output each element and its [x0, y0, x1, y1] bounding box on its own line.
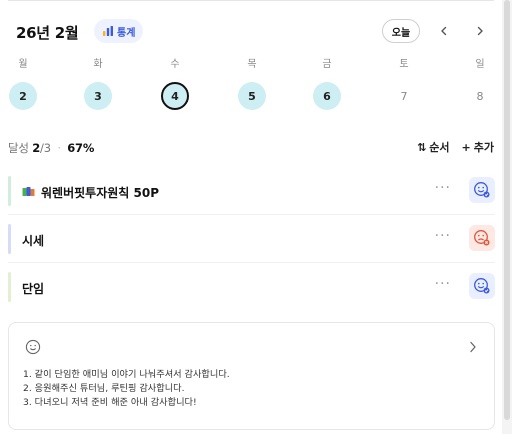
day-column[interactable]: 일 8 [463, 58, 497, 110]
chevron-right-icon[interactable] [468, 341, 478, 357]
task-title-text: 워렌버핏투자원칙 50P [41, 186, 159, 200]
stats-button[interactable]: 통계 [94, 19, 144, 43]
task-title: 워렌버핏투자원칙 50P [22, 184, 159, 201]
day-column[interactable]: 목 5 [235, 58, 269, 110]
day-column[interactable]: 수 4 [158, 58, 192, 110]
plus-icon: + [461, 141, 471, 154]
day-column[interactable]: 화 3 [81, 58, 115, 110]
date-circle[interactable]: 7 [390, 82, 418, 110]
gratitude-card[interactable]: 1. 같이 단임한 애미님 이야기 나눠주셔서 감사합니다. 2. 응원해주신 … [8, 322, 495, 430]
sad-x-icon [474, 230, 490, 246]
task-item[interactable]: 시세 ··· [8, 220, 495, 258]
task-item[interactable]: 단임 ··· [8, 268, 495, 306]
smile-check-icon [474, 278, 490, 294]
gratitude-item: 1. 같이 단임한 애미님 이야기 나눠주셔서 감사합니다. [23, 369, 230, 380]
month-title: 26년 2월 [16, 24, 79, 42]
more-options-icon[interactable]: ··· [435, 180, 451, 196]
smile-icon [25, 339, 41, 359]
list-actions: ⇅ 순서 + 추가 [417, 139, 494, 155]
day-of-week-label: 화 [93, 59, 103, 70]
task-divider [8, 214, 495, 215]
progress-percent: 67% [67, 141, 95, 155]
stats-label: 통계 [117, 27, 136, 39]
date-circle[interactable]: 8 [466, 82, 494, 110]
scrollbar-thumb[interactable] [504, 0, 510, 420]
task-color-bar [8, 272, 11, 302]
more-options-icon[interactable]: ··· [435, 228, 451, 244]
task-title-text: 시세 [22, 234, 45, 248]
day-of-week-label: 월 [18, 59, 28, 70]
status-good-button[interactable] [469, 273, 495, 299]
progress-summary: 달성 2/3 · 67% [8, 140, 94, 156]
add-label: 추가 [473, 141, 494, 154]
progress-label: 달성 [8, 141, 29, 155]
sort-icon: ⇅ [417, 141, 427, 154]
date-circle-today[interactable]: 4 [161, 82, 189, 110]
gratitude-item: 3. 다녀오니 저녁 준비 해준 아내 감사합니다! [23, 397, 197, 408]
smile-check-icon [474, 182, 490, 198]
progress-done-count: 2 [32, 141, 41, 155]
books-icon [22, 185, 35, 200]
calendar-header: 26년 2월 통계 오늘 [16, 18, 496, 46]
gratitude-list: 1. 같이 단임한 애미님 이야기 나눠주셔서 감사합니다. 2. 응원해주신 … [23, 368, 230, 410]
status-good-button[interactable] [469, 177, 495, 203]
date-circle[interactable]: 6 [313, 82, 341, 110]
status-bad-button[interactable] [469, 225, 495, 251]
task-title: 단임 [22, 280, 44, 297]
day-of-week-label: 목 [247, 59, 257, 70]
today-button[interactable]: 오늘 [382, 19, 420, 43]
gratitude-item: 2. 응원해주신 튜터님, 루틴핑 감사합니다. [23, 383, 185, 394]
add-button[interactable]: + 추가 [462, 139, 494, 155]
task-divider [8, 262, 495, 263]
task-color-bar [8, 224, 11, 254]
day-column[interactable]: 토 7 [387, 58, 421, 110]
progress-total: /3 [40, 141, 51, 155]
chevron-left-icon[interactable] [434, 21, 454, 41]
task-item[interactable]: 워렌버핏투자원칙 50P ··· [8, 172, 495, 210]
sort-button[interactable]: ⇅ 순서 [417, 139, 449, 155]
day-column[interactable]: 월 2 [6, 58, 40, 110]
top-divider [8, 0, 494, 1]
scrollbar[interactable] [502, 0, 512, 434]
day-of-week-label: 일 [475, 59, 485, 70]
day-of-week-label: 금 [322, 59, 332, 70]
task-title-text: 단임 [22, 282, 45, 296]
task-title: 시세 [22, 232, 44, 249]
week-strip: 월 2 화 3 수 4 목 5 금 6 토 7 일 8 [0, 58, 512, 114]
progress-separator: · [57, 141, 61, 155]
bar-chart-icon [102, 25, 114, 37]
date-circle[interactable]: 5 [238, 82, 266, 110]
sort-label: 순서 [429, 141, 450, 154]
day-of-week-label: 토 [399, 59, 409, 70]
task-color-bar [8, 176, 11, 206]
more-options-icon[interactable]: ··· [435, 276, 451, 292]
date-circle[interactable]: 3 [84, 82, 112, 110]
day-of-week-label: 수 [170, 59, 180, 70]
day-column[interactable]: 금 6 [310, 58, 344, 110]
chevron-right-icon[interactable] [470, 21, 490, 41]
date-circle[interactable]: 2 [9, 82, 37, 110]
